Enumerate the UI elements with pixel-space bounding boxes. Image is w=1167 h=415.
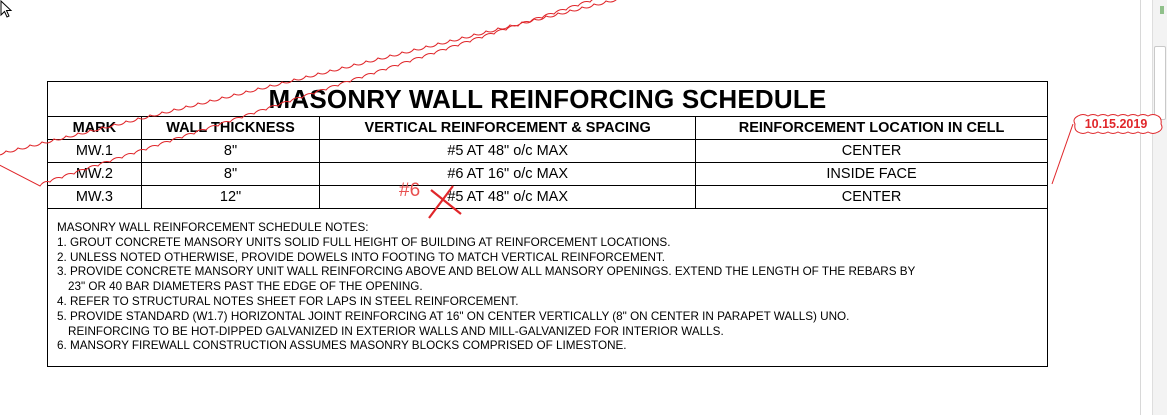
revision-markup-layer (0, 0, 1163, 219)
revision-leader-line (1051, 123, 1074, 185)
revision-date-label: 10.15.2019 (1084, 117, 1148, 131)
revision-cloud[interactable] (0, 0, 936, 187)
replacement-text-markup[interactable]: #6 (399, 180, 420, 202)
